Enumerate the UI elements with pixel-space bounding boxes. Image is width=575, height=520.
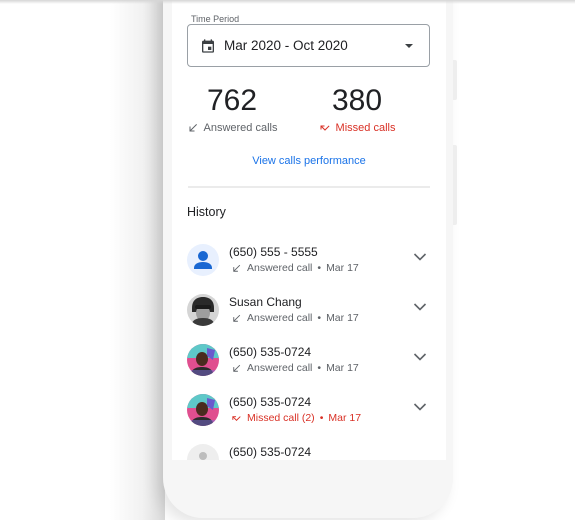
avatar bbox=[187, 444, 219, 460]
top-shadow bbox=[0, 0, 575, 4]
history-item-date: Mar 17 bbox=[326, 362, 359, 374]
dropdown-caret-icon bbox=[405, 44, 413, 48]
phone-screen: Time Period Mar 2020 - Oct 2020 762 Answ… bbox=[172, 0, 446, 460]
call-missed-icon bbox=[232, 415, 241, 421]
call-missed-icon bbox=[320, 125, 330, 131]
calendar-icon bbox=[202, 38, 214, 53]
time-period-label: Time Period bbox=[191, 14, 240, 24]
answered-calls-label: Answered calls bbox=[203, 122, 278, 134]
history-title: History bbox=[187, 205, 226, 219]
missed-calls-count: 380 bbox=[331, 84, 383, 117]
phone-side-button bbox=[453, 145, 457, 225]
phone-side-button bbox=[453, 60, 457, 100]
avatar-photo bbox=[187, 294, 219, 326]
separator-dot: • bbox=[317, 362, 322, 374]
history-item-title: (650) 535-0724 bbox=[229, 395, 312, 409]
history-item-date: Mar 17 bbox=[328, 412, 362, 424]
left-shadow bbox=[110, 0, 165, 520]
avatar bbox=[187, 394, 219, 426]
avatar bbox=[187, 344, 219, 376]
call-received-icon bbox=[189, 124, 197, 132]
avatar bbox=[187, 294, 219, 326]
divider bbox=[188, 186, 430, 188]
history-item[interactable]: (650) 535-0724 Answered call • Mar 17 bbox=[172, 340, 446, 390]
avatar bbox=[187, 244, 219, 276]
separator-dot: • bbox=[319, 412, 324, 424]
call-received-icon bbox=[233, 314, 241, 322]
time-period-value: Mar 2020 - Oct 2020 bbox=[224, 38, 348, 53]
time-period-select[interactable]: Mar 2020 - Oct 2020 bbox=[187, 24, 430, 67]
chevron-down-icon[interactable] bbox=[413, 352, 427, 362]
history-item[interactable]: (650) 555 - 5555 Answered call • Mar 17 bbox=[172, 240, 446, 290]
history-item[interactable]: (650) 535-0724 bbox=[172, 440, 446, 460]
history-item-date: Mar 17 bbox=[326, 262, 359, 274]
history-item-title: (650) 535-0724 bbox=[229, 445, 312, 459]
person-icon bbox=[199, 452, 207, 460]
chevron-down-icon[interactable] bbox=[413, 252, 427, 262]
separator-dot: • bbox=[317, 312, 322, 324]
history-item-title: (650) 535-0724 bbox=[229, 345, 312, 359]
call-received-icon bbox=[233, 264, 241, 272]
answered-calls-count: 762 bbox=[206, 84, 258, 117]
history-item-status: Missed call (2) bbox=[247, 412, 315, 424]
separator-dot: • bbox=[317, 262, 322, 274]
history-item[interactable]: (650) 535-0724 Missed call (2) • Mar 17 bbox=[172, 390, 446, 440]
view-calls-performance-link[interactable]: View calls performance bbox=[172, 155, 446, 167]
chevron-down-icon[interactable] bbox=[413, 402, 427, 412]
answered-calls-stat: 762 Answered calls bbox=[172, 84, 297, 139]
person-icon bbox=[194, 251, 212, 269]
history-item-title: Susan Chang bbox=[229, 295, 302, 309]
history-item-status: Answered call bbox=[247, 312, 313, 324]
history-item-status: Answered call bbox=[247, 362, 313, 374]
chevron-down-icon[interactable] bbox=[413, 302, 427, 312]
missed-calls-label: Missed calls bbox=[335, 122, 396, 134]
call-received-icon bbox=[233, 364, 241, 372]
history-item-date: Mar 17 bbox=[326, 312, 359, 324]
history-item-title: (650) 555 - 5555 bbox=[229, 245, 318, 259]
avatar-photo bbox=[187, 394, 219, 426]
history-item-status: Answered call bbox=[247, 262, 313, 274]
history-item[interactable]: Susan Chang Answered call • Mar 17 bbox=[172, 290, 446, 340]
avatar-photo bbox=[187, 344, 219, 376]
missed-calls-stat: 380 Missed calls bbox=[292, 84, 422, 139]
